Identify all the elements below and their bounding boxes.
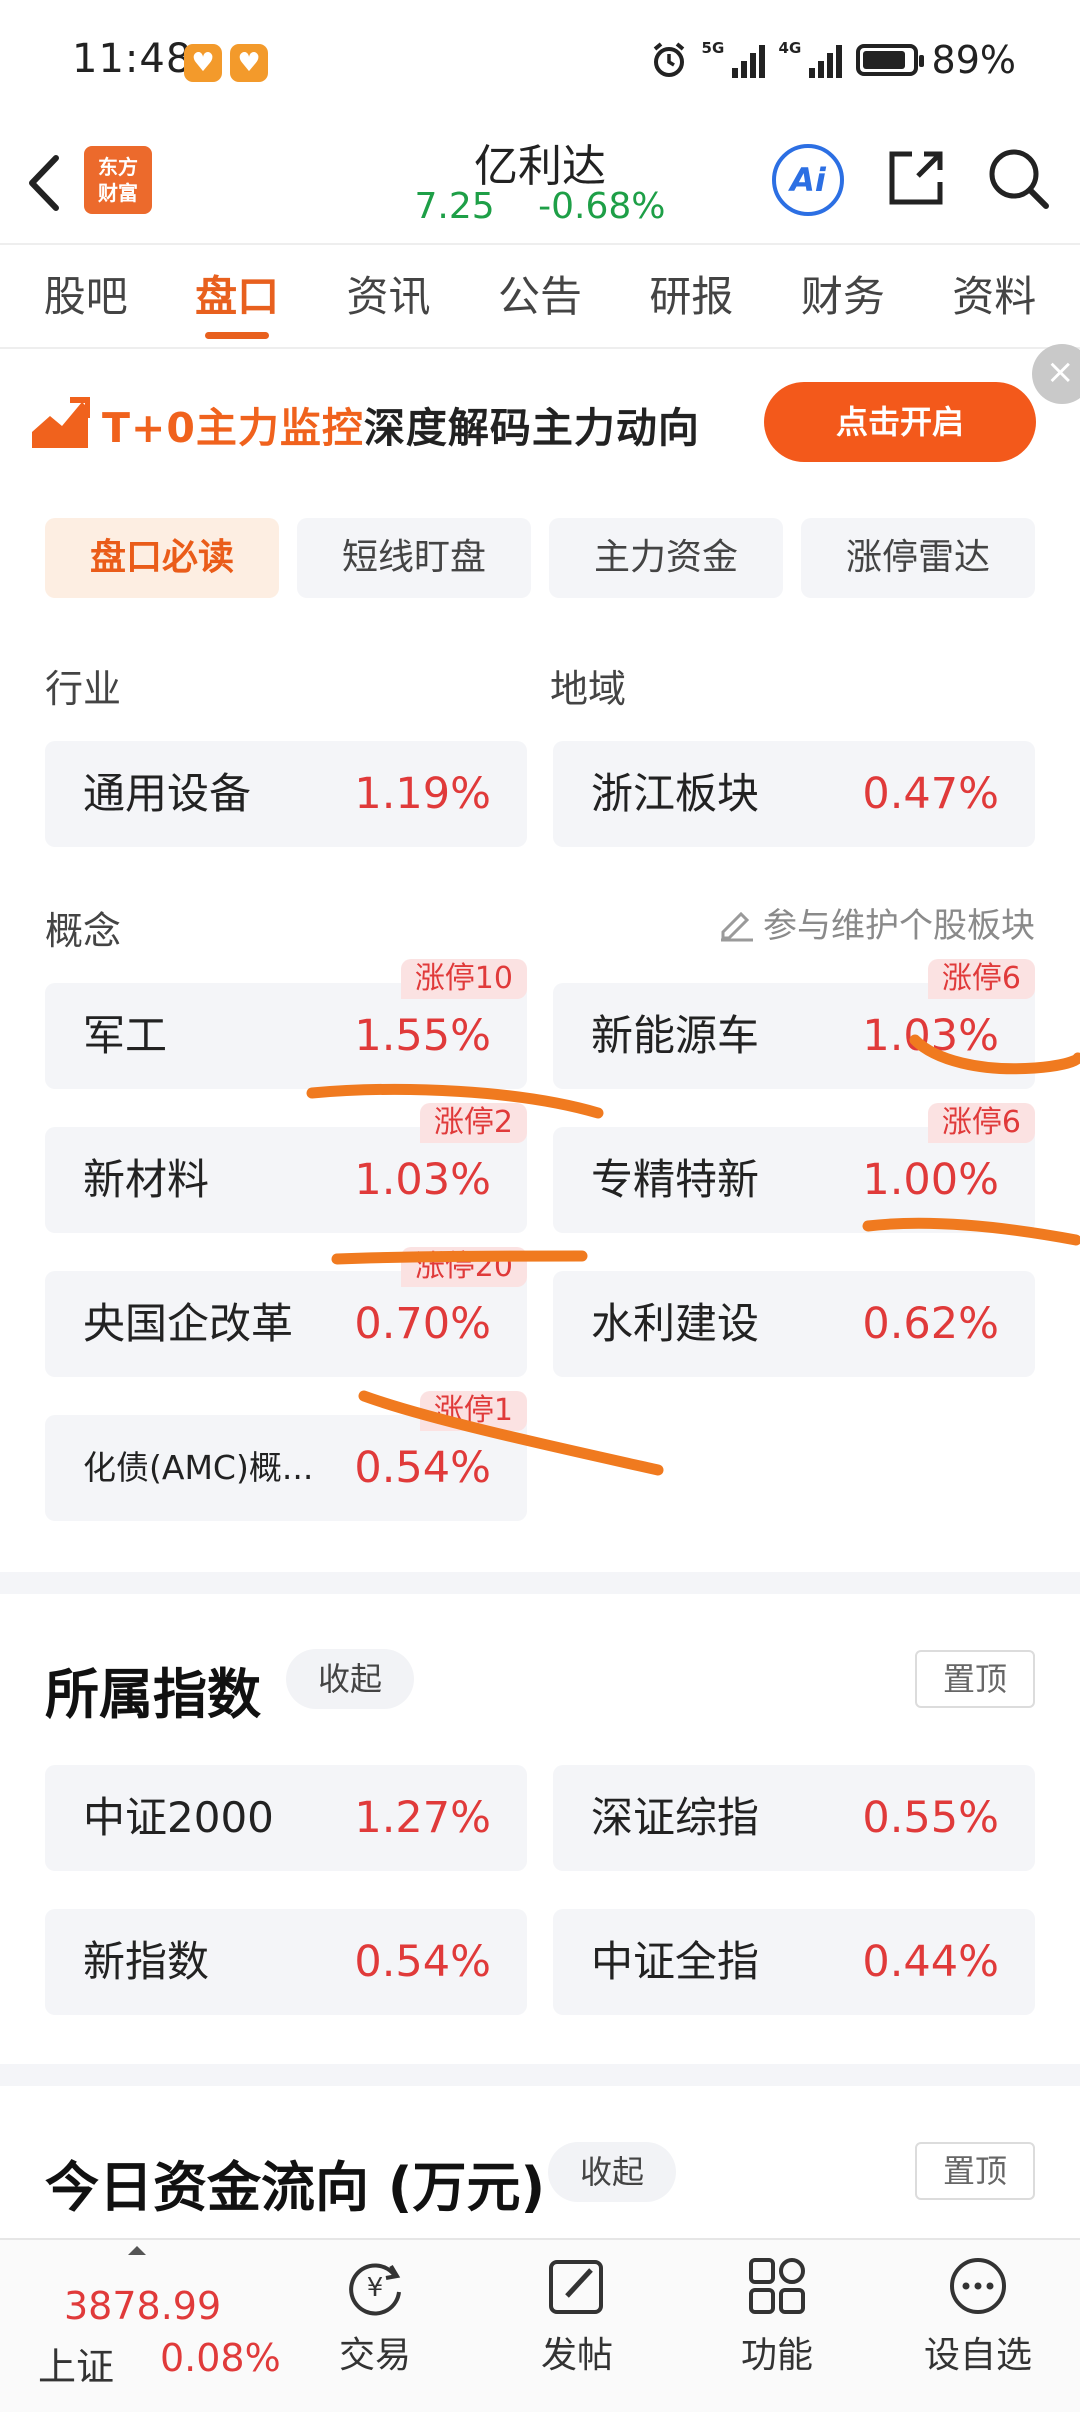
index-card[interactable]: 中证全指 0.44% (553, 1909, 1035, 2015)
collapse-button[interactable]: 收起 (286, 1649, 415, 1709)
concept-card[interactable]: 涨停2 新材料 1.03% (45, 1103, 527, 1233)
heart-app-icon: ♥ (184, 44, 222, 82)
tab-research[interactable]: 研报 (649, 245, 733, 347)
concept-label: 概念 (45, 909, 122, 953)
index-value: 3878.99 (64, 2284, 222, 2328)
concept-card[interactable]: 涨停1 化债(AMC)概... 0.54% (45, 1391, 527, 1521)
pin-top-button[interactable]: 置顶 (915, 1650, 1035, 1708)
stock-header: 东方 财富 亿利达 7.25 -0.68% Ai (0, 120, 1080, 245)
nav-functions[interactable]: 功能 (702, 2254, 852, 2378)
subtab-main-funds[interactable]: 主力资金 (549, 518, 783, 598)
tab-guba[interactable]: 股吧 (44, 245, 128, 347)
stock-change: -0.68% (538, 186, 666, 227)
share-icon[interactable] (884, 146, 948, 210)
bottom-bar: 3878.99 上证 0.08% ¥ 交易 发帖 功能 设自选 (0, 2238, 1080, 2412)
signal-5g-icon: 5G (702, 40, 765, 78)
signal-4g-icon: 4G (779, 40, 842, 78)
banner-text: T+0主力监控深度解码主力动向 (102, 394, 700, 454)
nav-add-watchlist[interactable]: 设自选 (903, 2254, 1053, 2378)
banner-subtitle: 深度解码主力动向 (363, 404, 700, 452)
ai-assistant-button[interactable]: Ai (772, 144, 844, 216)
edit-pencil-icon (721, 911, 753, 941)
region-card[interactable]: 浙江板块 0.47% (553, 741, 1035, 847)
nav-trade[interactable]: ¥ 交易 (300, 2254, 450, 2378)
concept-card[interactable]: 涨停6 新能源车 1.03% (553, 959, 1035, 1089)
section-divider (0, 2064, 1080, 2086)
compose-icon (549, 2260, 603, 2314)
trend-chart-icon (32, 397, 90, 448)
section-divider (0, 1572, 1080, 1594)
promo-banner[interactable]: T+0主力监控深度解码主力动向 点击开启 (0, 350, 1080, 500)
status-bar: 11:48 ♥ ♥ 5G 4G 89% (0, 0, 1080, 120)
index-card[interactable]: 新指数 0.54% (45, 1909, 527, 2015)
main-tabs: 股吧 盘口 资讯 公告 研报 财务 资料 (0, 245, 1080, 349)
battery-icon (855, 44, 924, 76)
tab-pankou[interactable]: 盘口 (195, 245, 279, 347)
region-label: 地域 (550, 667, 627, 711)
status-right: 5G 4G 89% (650, 38, 1016, 82)
tab-announcements[interactable]: 公告 (498, 245, 582, 347)
index-change: 0.08% (160, 2336, 281, 2380)
stock-price: 7.25 (414, 186, 495, 227)
heart-app-icon: ♥ (230, 44, 268, 82)
svg-text:¥: ¥ (367, 2273, 384, 2303)
alarm-icon (653, 42, 684, 77)
index-card[interactable]: 深证综指 0.55% (553, 1765, 1035, 1871)
banner-highlight: T+0主力监控 (102, 404, 364, 452)
subtab-short-watch[interactable]: 短线盯盘 (297, 518, 531, 598)
subtab-must-read[interactable]: 盘口必读 (45, 518, 279, 598)
tab-news[interactable]: 资讯 (347, 245, 431, 347)
nav-post[interactable]: 发帖 (502, 2254, 652, 2378)
collapse-button[interactable]: 收起 (548, 2142, 677, 2202)
index-name: 上证 (38, 2345, 115, 2389)
expand-caret-icon[interactable] (128, 2246, 146, 2255)
status-time: 11:48 (72, 36, 193, 82)
subtab-limit-up-radar[interactable]: 涨停雷达 (801, 518, 1035, 598)
fund-flow-title: 今日资金流向 (万元) (45, 2156, 546, 2219)
banner-open-button[interactable]: 点击开启 (764, 382, 1036, 462)
indices-title: 所属指数 (45, 1663, 261, 1726)
sub-tabs: 盘口必读 短线盯盘 主力资金 涨停雷达 (45, 518, 1035, 598)
grid-apps-icon (749, 2258, 805, 2314)
tab-finance[interactable]: 财务 (801, 245, 885, 347)
pin-top-button[interactable]: 置顶 (915, 2142, 1035, 2200)
industry-card[interactable]: 通用设备 1.19% (45, 741, 527, 847)
concept-card[interactable]: 水利建设 0.62% (553, 1271, 1035, 1377)
notification-icons: ♥ ♥ (184, 44, 268, 82)
concept-card[interactable]: 涨停20 央国企改革 0.70% (45, 1247, 527, 1377)
battery-percent: 89% (931, 38, 1016, 82)
maintain-sectors-link[interactable]: 参与维护个股板块 (717, 898, 1035, 947)
search-icon[interactable] (986, 146, 1052, 212)
concept-card[interactable]: 涨停10 军工 1.55% (45, 959, 527, 1089)
trade-icon: ¥ (349, 2263, 401, 2316)
more-dots-icon (950, 2258, 1006, 2314)
concept-card[interactable]: 涨停6 专精特新 1.00% (553, 1103, 1035, 1233)
industry-label: 行业 (45, 667, 122, 711)
tab-profile[interactable]: 资料 (952, 245, 1036, 347)
index-card[interactable]: 中证2000 1.27% (45, 1765, 527, 1871)
